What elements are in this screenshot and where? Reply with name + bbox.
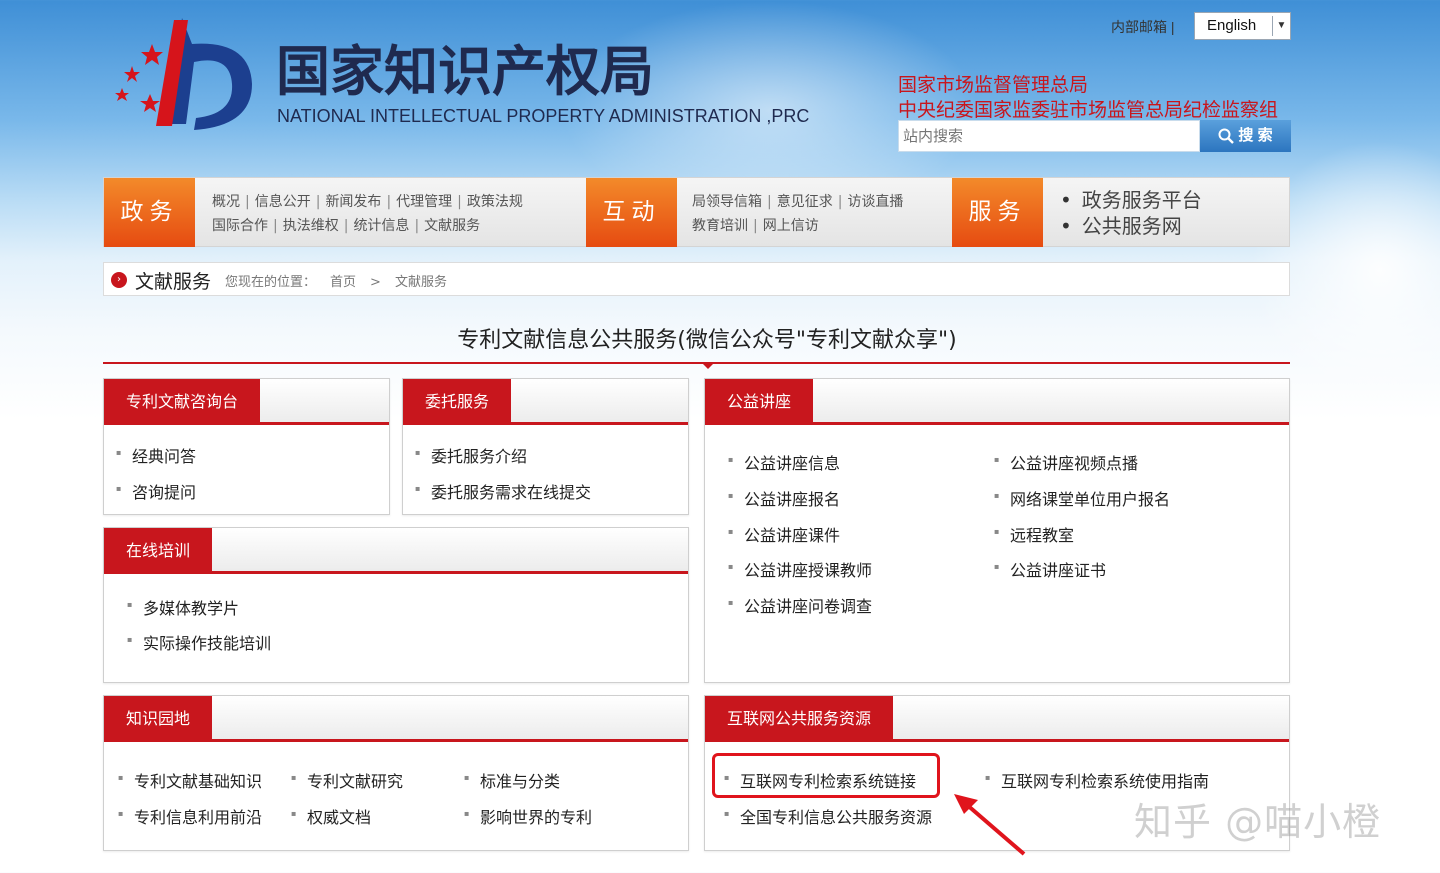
site-title: 国家知识产权局	[276, 39, 654, 103]
nav-links-government: 概况 | 信息公开 | 新闻发布 | 代理管理 | 政策法规 国际合作 | 执法维权 | 统计信息 | 文献…	[212, 194, 523, 234]
box-header: 委托服务	[403, 379, 688, 425]
annotation-arrow-icon	[954, 794, 1026, 856]
nav-link-disclosure[interactable]: 信息公开	[255, 194, 311, 210]
search-icon	[1218, 128, 1235, 144]
nav-link-petition[interactable]: 网上信访	[763, 218, 819, 234]
link-entrust-intro[interactable]: 委托服务介绍	[415, 443, 527, 467]
language-value: English	[1207, 17, 1257, 34]
link-online-class-signup[interactable]: 网络课堂单位用户报名	[994, 486, 1170, 510]
box-title-entrust[interactable]: 委托服务	[403, 379, 512, 425]
section-divider	[103, 362, 1290, 364]
box-knowledge: 知识园地 专利文献基础知识 专利文献研究 标准与分类 专利信息利用前沿 权威文档…	[103, 695, 689, 851]
link-entrust-submit[interactable]: 委托服务需求在线提交	[415, 479, 591, 503]
link-standards[interactable]: 标准与分类	[464, 768, 560, 792]
nav-link-live[interactable]: 访谈直播	[847, 194, 903, 210]
nav-link-enforcement[interactable]: 执法维权	[283, 218, 339, 234]
site-search-input[interactable]	[898, 120, 1200, 152]
link-patent-research[interactable]: 专利文献研究	[291, 768, 403, 792]
box-lecture: 公益讲座 公益讲座信息 公益讲座报名 公益讲座课件 公益讲座授课教师 公益讲座问…	[704, 378, 1290, 683]
box-header: 互联网公共服务资源	[705, 696, 1289, 742]
nav-link-news[interactable]: 新闻发布	[325, 194, 381, 210]
box-entrust: 委托服务 委托服务介绍 委托服务需求在线提交	[402, 378, 689, 515]
nav-tab-interaction[interactable]: 互动	[586, 178, 677, 247]
watermark: 知乎 @喵小橙	[1134, 800, 1382, 844]
box-title-lecture[interactable]: 公益讲座	[705, 379, 814, 425]
discipline-inspection-link[interactable]: 中央纪委国家监委驻市场监管总局纪检监察组	[898, 95, 1278, 122]
box-title-internet[interactable]: 互联网公共服务资源	[705, 696, 894, 742]
box-title-knowledge[interactable]: 知识园地	[104, 696, 213, 742]
box-training: 在线培训 多媒体教学片 实际操作技能培训	[103, 527, 689, 683]
internal-mail-link[interactable]: 内部邮箱 |	[1111, 17, 1175, 37]
box-title-training[interactable]: 在线培训	[104, 528, 213, 574]
nav-link-statistics[interactable]: 统计信息	[353, 218, 409, 234]
link-basic-knowledge[interactable]: 专利文献基础知识	[118, 768, 262, 792]
annotation-highlight-box	[712, 753, 940, 798]
box-header: 在线培训	[104, 528, 688, 574]
nav-link-intl[interactable]: 国际合作	[212, 218, 268, 234]
link-national-resources[interactable]: 全国专利信息公共服务资源	[724, 804, 932, 828]
nav-link-literature[interactable]: 文献服务	[424, 218, 480, 234]
nav-link-public-service-net[interactable]: 公共服务网	[1060, 213, 1202, 239]
nav-link-policy[interactable]: 政策法规	[467, 194, 523, 210]
location-label: 您现在的位置：	[225, 275, 317, 290]
main-nav: 政务 概况 | 信息公开 | 新闻发布 | 代理管理 | 政策法规 国际合作 | 执法维权 | 统计信息…	[103, 177, 1290, 247]
link-skills-training[interactable]: 实际操作技能培训	[127, 630, 271, 654]
section-caret	[703, 364, 713, 369]
chevron-down-icon: ▼	[1272, 16, 1290, 36]
link-lecture-survey[interactable]: 公益讲座问卷调查	[728, 593, 872, 617]
link-lecture-certificate[interactable]: 公益讲座证书	[994, 557, 1106, 581]
search-button-label: 搜 索	[1238, 127, 1273, 144]
nav-link-overview[interactable]: 概况	[212, 194, 240, 210]
nav-link-leader-mailbox[interactable]: 局领导信箱	[692, 194, 762, 210]
link-ask-question[interactable]: 咨询提问	[116, 479, 196, 503]
language-select[interactable]: English ▼	[1194, 12, 1291, 40]
link-frontier[interactable]: 专利信息利用前沿	[118, 804, 262, 828]
box-header: 知识园地	[104, 696, 688, 742]
link-lecture-video[interactable]: 公益讲座视频点播	[994, 450, 1138, 474]
samr-link[interactable]: 国家市场监督管理总局	[898, 70, 1088, 97]
breadcrumb-path: 您现在的位置： 首页 > 文献服务	[225, 271, 461, 290]
link-multimedia[interactable]: 多媒体教学片	[127, 595, 239, 619]
section-title: 专利文献信息公共服务(微信公众号"专利文献众享")	[457, 328, 957, 353]
nav-link-education[interactable]: 教育培训	[692, 218, 748, 234]
nav-tab-service[interactable]: 服务	[952, 178, 1043, 247]
link-lecture-info[interactable]: 公益讲座信息	[728, 450, 840, 474]
nav-link-agency[interactable]: 代理管理	[396, 194, 452, 210]
breadcrumb-current[interactable]: 文献服务	[395, 275, 447, 290]
box-header: 公益讲座	[705, 379, 1289, 425]
link-classic-qa[interactable]: 经典问答	[116, 443, 196, 467]
breadcrumb-home[interactable]: 首页	[330, 275, 356, 290]
breadcrumb: › 文献服务 您现在的位置： 首页 > 文献服务	[103, 262, 1290, 296]
cnipa-logo	[115, 18, 252, 130]
link-world-patents[interactable]: 影响世界的专利	[464, 804, 592, 828]
site-title-en: NATIONAL INTELLECTUAL PROPERTY ADMINISTR…	[277, 106, 810, 126]
breadcrumb-separator: >	[370, 275, 381, 290]
box-consult: 专利文献咨询台 经典问答 咨询提问	[103, 378, 390, 515]
box-title-consult[interactable]: 专利文献咨询台	[104, 379, 261, 425]
link-lecture-signup[interactable]: 公益讲座报名	[728, 486, 840, 510]
link-search-guide[interactable]: 互联网专利检索系统使用指南	[985, 768, 1209, 792]
link-authority-docs[interactable]: 权威文档	[291, 804, 371, 828]
nav-link-gov-service-platform[interactable]: 政务服务平台	[1060, 187, 1202, 213]
nav-tab-government[interactable]: 政务	[104, 178, 195, 247]
nav-link-consultation[interactable]: 意见征求	[777, 194, 833, 210]
search-button[interactable]: 搜 索	[1200, 120, 1291, 152]
box-header: 专利文献咨询台	[104, 379, 389, 425]
link-lecture-teachers[interactable]: 公益讲座授课教师	[728, 557, 872, 581]
link-remote-classroom[interactable]: 远程教室	[994, 522, 1074, 546]
nav-links-interaction: 局领导信箱 | 意见征求 | 访谈直播 教育培训 | 网上信访	[692, 194, 904, 234]
link-lecture-courseware[interactable]: 公益讲座课件	[728, 522, 840, 546]
chevron-right-icon: ›	[111, 272, 127, 288]
service-list: 政务服务平台 公共服务网	[1060, 187, 1202, 239]
page-title: 文献服务	[135, 271, 212, 293]
